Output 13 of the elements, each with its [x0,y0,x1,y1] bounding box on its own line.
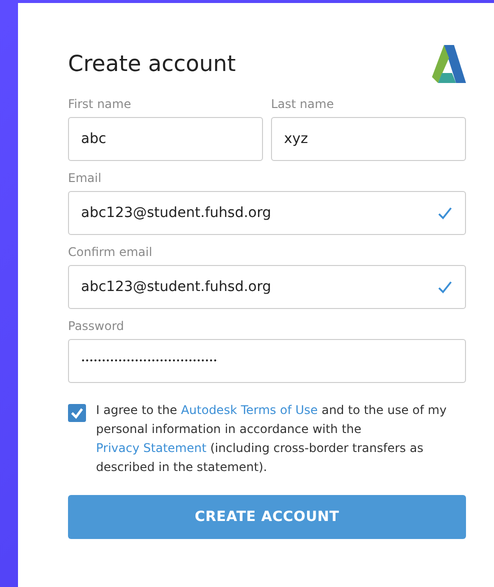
field-label: Confirm email [68,245,154,261]
page-title: Create account [68,52,236,76]
input-field[interactable]: abc [68,117,263,161]
checkbox[interactable] [68,404,86,422]
field-label: Last name [271,97,335,113]
logo-icon [432,45,466,83]
input-field[interactable]: abc123@student.fuhsd.org [68,265,466,309]
input-field[interactable]: abc123@student.fuhsd.org [68,191,466,235]
field-label: Password [68,319,126,335]
field-label: Email [68,171,102,187]
agreement-text: I agree to the Autodesk Terms of Use and to the use of my personal information in accordance with the Privacy Statement (including cross-border transfers as described in the statement). [96,402,448,476]
input-field[interactable]: xyz [271,117,466,161]
field-label: First name [68,97,132,113]
